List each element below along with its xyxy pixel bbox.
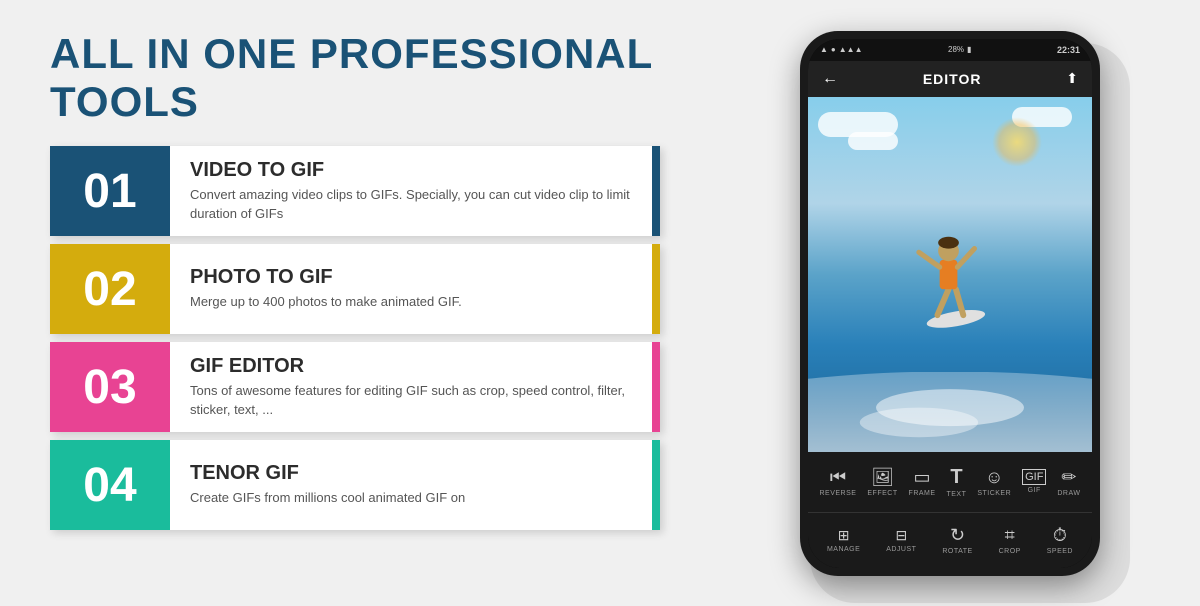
status-time: 22:31 bbox=[1057, 45, 1080, 55]
feature-title-1: VIDEO TO GIF bbox=[190, 159, 632, 182]
speed-icon: ⏱ bbox=[1053, 525, 1067, 546]
back-button[interactable]: ← bbox=[822, 70, 838, 88]
speed-tool[interactable]: ⏱ SPEED bbox=[1047, 525, 1073, 555]
draw-label: DRAW bbox=[1057, 490, 1080, 497]
feature-content-1: VIDEO TO GIF Convert amazing video clips… bbox=[170, 146, 660, 236]
phone-frame: ▲ ● ▲▲▲ 28% ▮ 22:31 ← EDITOR ⬆ bbox=[800, 31, 1100, 576]
rotate-label: ROTATE bbox=[942, 548, 972, 555]
feature-content-3: GIF EDITOR Tons of awesome features for … bbox=[170, 342, 660, 432]
left-section: ALL IN ONE PROFESSIONAL TOOLS 01 VIDEO T… bbox=[0, 0, 700, 606]
feature-title-3: GIF EDITOR bbox=[190, 355, 632, 378]
frame-tool[interactable]: ▭ FRAME bbox=[909, 467, 936, 497]
reverse-label: REVERSE bbox=[819, 490, 856, 497]
app-title: EDITOR bbox=[923, 71, 982, 87]
sticker-label: STICKER bbox=[977, 490, 1011, 497]
text-icon: T bbox=[950, 466, 962, 489]
manage-tool[interactable]: ⊞ MANAGE bbox=[827, 527, 860, 553]
crop-icon: ⌗ bbox=[1005, 525, 1015, 546]
battery-percent: 28% bbox=[948, 45, 964, 54]
cloud-3 bbox=[848, 132, 898, 150]
phone-image-area bbox=[808, 97, 1092, 452]
right-section: ▲ ● ▲▲▲ 28% ▮ 22:31 ← EDITOR ⬆ bbox=[700, 0, 1200, 606]
draw-tool[interactable]: ✏ DRAW bbox=[1057, 467, 1080, 497]
phone-toolbar-top: ⏮ REVERSE 🖼 EFFECT ▭ FRAME T TEXT ☺ bbox=[808, 452, 1092, 512]
wifi-icon: ▲ bbox=[820, 45, 828, 54]
signal-icon: ● bbox=[831, 45, 836, 54]
feature-item-2: 02 PHOTO TO GIF Merge up to 400 photos t… bbox=[50, 244, 660, 334]
sticker-tool[interactable]: ☺ STICKER bbox=[977, 467, 1011, 497]
reverse-tool[interactable]: ⏮ REVERSE bbox=[819, 467, 856, 497]
text-tool[interactable]: T TEXT bbox=[946, 466, 966, 498]
frame-icon: ▭ bbox=[914, 467, 931, 488]
sticker-icon: ☺ bbox=[985, 467, 1003, 488]
feature-number-2: 02 bbox=[50, 244, 170, 334]
adjust-icon: ⊟ bbox=[895, 527, 907, 544]
speed-label: SPEED bbox=[1047, 548, 1073, 555]
frame-label: FRAME bbox=[909, 490, 936, 497]
effect-icon: 🖼 bbox=[871, 467, 894, 488]
features-list: 01 VIDEO TO GIF Convert amazing video cl… bbox=[50, 146, 660, 538]
effect-label: EFFECT bbox=[867, 490, 897, 497]
feature-desc-2: Merge up to 400 photos to make animated … bbox=[190, 293, 632, 311]
adjust-tool[interactable]: ⊟ ADJUST bbox=[886, 527, 916, 553]
manage-label: MANAGE bbox=[827, 546, 860, 553]
crop-tool[interactable]: ⌗ CROP bbox=[999, 525, 1021, 555]
phone-inner: ▲ ● ▲▲▲ 28% ▮ 22:31 ← EDITOR ⬆ bbox=[808, 39, 1092, 568]
feature-number-1: 01 bbox=[50, 146, 170, 236]
effect-tool[interactable]: 🖼 EFFECT bbox=[867, 467, 897, 497]
status-icons: ▲ ● ▲▲▲ bbox=[820, 45, 863, 54]
wave-effect bbox=[808, 372, 1092, 452]
rotate-tool[interactable]: ↻ ROTATE bbox=[942, 525, 972, 555]
phone-status-bar: ▲ ● ▲▲▲ 28% ▮ 22:31 bbox=[808, 39, 1092, 61]
feature-title-2: PHOTO TO GIF bbox=[190, 266, 632, 289]
feature-content-4: TENOR GIF Create GIFs from millions cool… bbox=[170, 440, 660, 530]
feature-item-1: 01 VIDEO TO GIF Convert amazing video cl… bbox=[50, 146, 660, 236]
gif-tool[interactable]: GIF GIF bbox=[1022, 469, 1046, 494]
feature-desc-4: Create GIFs from millions cool animated … bbox=[190, 489, 632, 507]
sun-glow bbox=[992, 117, 1042, 167]
draw-icon: ✏ bbox=[1061, 467, 1076, 488]
gif-icon: GIF bbox=[1022, 469, 1046, 485]
text-label: TEXT bbox=[946, 491, 966, 498]
feature-desc-3: Tons of awesome features for editing GIF… bbox=[190, 382, 632, 418]
phone-toolbar-bottom: ⊞ MANAGE ⊟ ADJUST ↻ ROTATE ⌗ CROP ⏱ bbox=[808, 512, 1092, 568]
gif-label: GIF bbox=[1028, 487, 1041, 494]
phone-app-header: ← EDITOR ⬆ bbox=[808, 61, 1092, 97]
feature-number-3: 03 bbox=[50, 342, 170, 432]
reverse-icon: ⏮ bbox=[830, 467, 846, 488]
main-title: ALL IN ONE PROFESSIONAL TOOLS bbox=[50, 30, 660, 126]
lte-icon: ▲▲▲ bbox=[839, 45, 863, 54]
rotate-icon: ↻ bbox=[950, 525, 965, 546]
crop-label: CROP bbox=[999, 548, 1021, 555]
feature-desc-1: Convert amazing video clips to GIFs. Spe… bbox=[190, 186, 632, 222]
battery-status: 28% ▮ bbox=[948, 45, 971, 54]
feature-item-4: 04 TENOR GIF Create GIFs from millions c… bbox=[50, 440, 660, 530]
upload-button[interactable]: ⬆ bbox=[1066, 70, 1078, 87]
adjust-label: ADJUST bbox=[886, 546, 916, 553]
manage-icon: ⊞ bbox=[838, 527, 850, 544]
feature-title-4: TENOR GIF bbox=[190, 462, 632, 485]
feature-number-4: 04 bbox=[50, 440, 170, 530]
feature-item-3: 03 GIF EDITOR Tons of awesome features f… bbox=[50, 342, 660, 432]
feature-content-2: PHOTO TO GIF Merge up to 400 photos to m… bbox=[170, 244, 660, 334]
battery-icon: ▮ bbox=[967, 45, 971, 54]
